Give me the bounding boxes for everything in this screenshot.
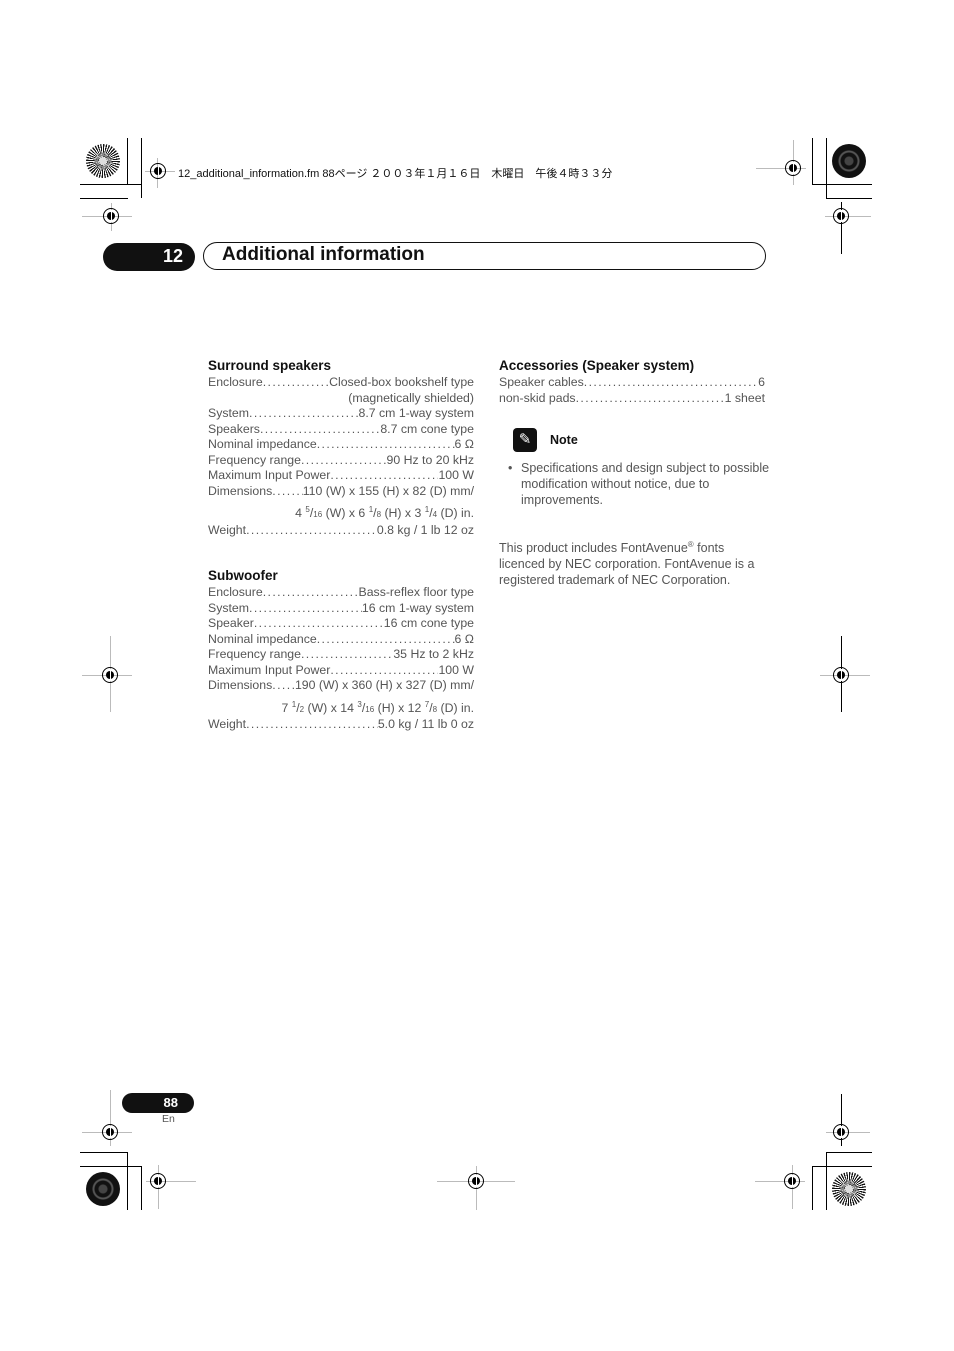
print-slug: 12_additional_information.fm 88ページ ２００３年… (178, 165, 612, 181)
registration-mark-icon (150, 1173, 166, 1189)
subwoofer-heading: Subwoofer (208, 568, 278, 583)
dimensions-inches: 7 1/2 (W) x 14 3/16 (H) x 12 7/8 (D) in. (281, 699, 474, 715)
spec-label: Weight (208, 522, 247, 537)
spec-label: System (208, 600, 249, 615)
accessory-label: non-skid pads (499, 390, 576, 405)
spec-value: 16 cm 1-way system (361, 600, 474, 615)
spec-value: Closed-box bookshelf type (329, 375, 474, 389)
spec-label: Enclosure (208, 375, 263, 389)
spec-row: Maximum Input Power 100 W (208, 663, 474, 679)
spec-value: 35 Hz to 2 kHz (393, 647, 474, 661)
spec-row: Nominal impedance 6 Ω (208, 437, 474, 453)
dimensions-inches: 4 5/16 (W) x 6 1/8 (H) x 3 1/4 (D) in. (295, 505, 474, 520)
spec-row: Frequency range 90 Hz to 20 kHz (208, 453, 474, 469)
registration-mark-icon (468, 1173, 484, 1189)
spec-label: Speakers (208, 421, 260, 436)
spec-value: 90 Hz to 20 kHz (386, 452, 474, 467)
page-number-badge: 88 (122, 1093, 194, 1113)
spec-label: Frequency range (208, 452, 301, 467)
spec-label: Weight (208, 717, 247, 731)
spec-row: Enclosure Closed-box bookshelf type (208, 375, 474, 391)
chapter-number: 12 (162, 246, 183, 266)
slug-filename: 12_additional_information.fm (178, 168, 320, 180)
spec-label: Speaker (208, 616, 254, 630)
accessory-value: 6 (758, 375, 765, 389)
pencil-icon: ✎ (513, 428, 537, 452)
chapter-title-box: Additional information (203, 242, 766, 270)
spec-value: 6 Ω (454, 631, 474, 646)
page-number: 88 (163, 1095, 178, 1110)
spec-label: Maximum Input Power (208, 468, 331, 482)
spec-value: 16 cm cone type (383, 616, 474, 630)
surround-speakers-specs: Enclosure Closed-box bookshelf type (magn… (208, 375, 474, 538)
subwoofer-specs: Enclosure Bass-reflex floor type System 16… (208, 585, 474, 733)
spec-value: 5.0 kg / 11 lb 0 oz (377, 717, 474, 731)
font-credit: This product includes FontAvenue® fonts … (499, 540, 755, 588)
spec-row: Enclosure Bass-reflex floor type (208, 585, 474, 601)
page-language: En (162, 1113, 175, 1125)
registration-mark-icon (833, 208, 849, 224)
spec-value: 8.7 cm cone type (380, 421, 474, 436)
spec-value: Bass-reflex floor type (358, 585, 475, 599)
spec-label: System (208, 406, 249, 420)
accessory-value: 1 sheet (724, 390, 765, 405)
slug-page: 88 (322, 168, 335, 180)
color-target-icon (832, 1172, 866, 1206)
chapter-title: Additional information (222, 244, 425, 265)
registration-mark-icon (785, 160, 801, 176)
spec-row: Speakers 8.7 cm cone type (208, 422, 474, 438)
spec-label: Maximum Input Power (208, 662, 331, 677)
registration-mark-icon (150, 163, 166, 179)
spec-value: 110 (W) x 155 (H) x 82 (D) mm/ (302, 483, 474, 498)
registration-mark-icon (102, 667, 118, 683)
spec-label: Dimensions (208, 483, 273, 498)
color-target-icon (86, 144, 120, 178)
registration-mark-icon (784, 1173, 800, 1189)
spec-label: Nominal impedance (208, 631, 317, 646)
chapter-number-badge: 12 (103, 243, 195, 271)
surround-speakers-heading: Surround speakers (208, 358, 332, 373)
spec-row: Weight 5.0 kg / 11 lb 0 oz (208, 717, 474, 733)
accessories-list: Speaker cables 6 non-skid pads 1 sheet (499, 375, 765, 406)
spec-value: 6 Ω (454, 437, 474, 451)
registration-mark-icon (103, 208, 119, 224)
spec-row: Maximum Input Power 100 W (208, 468, 474, 484)
accessory-row: non-skid pads 1 sheet (499, 391, 765, 407)
spec-row: System 8.7 cm 1-way system (208, 406, 474, 422)
spec-label: Enclosure (208, 585, 263, 599)
spec-value: 8.7 cm 1-way system (358, 406, 474, 420)
spec-row: Dimensions 190 (W) x 360 (H) x 327 (D) mm… (208, 678, 474, 694)
bullet-icon: • (508, 461, 513, 475)
accessory-label: Speaker cables (499, 375, 584, 389)
spec-row: Speaker 16 cm cone type (208, 616, 474, 632)
spec-label: Nominal impedance (208, 437, 317, 451)
slug-page-label: ページ (334, 168, 368, 180)
spec-value: 100 W (438, 662, 474, 677)
spec-value-continuation: (magnetically shielded) (348, 390, 474, 405)
registration-mark-icon (102, 1124, 118, 1140)
note-text: Specifications and design subject to pos… (521, 461, 770, 508)
spec-row: Nominal impedance 6 Ω (208, 632, 474, 648)
color-target-icon (86, 1172, 120, 1206)
color-target-icon (832, 144, 866, 178)
accessories-heading: Accessories (Speaker system) (499, 358, 695, 373)
spec-row: Weight 0.8 kg / 1 lb 12 oz (208, 523, 474, 539)
spec-row: Dimensions 110 (W) x 155 (H) x 82 (D) mm/ (208, 484, 474, 500)
note-label: Note (550, 433, 578, 447)
spec-row: System 16 cm 1-way system (208, 601, 474, 617)
spec-label: Frequency range (208, 647, 301, 661)
spec-row: Frequency range 35 Hz to 2 kHz (208, 647, 474, 663)
slug-date: ２００３年１月１６日 木曜日 午後４時３３分 (370, 168, 613, 180)
spec-label: Dimensions (208, 678, 273, 692)
registration-mark-icon (833, 1124, 849, 1140)
note-body: • Specifications and design subject to p… (508, 460, 770, 509)
registration-mark-icon (833, 667, 849, 683)
accessory-row: Speaker cables 6 (499, 375, 765, 391)
spec-value: 100 W (438, 468, 474, 482)
spec-value: 190 (W) x 360 (H) x 327 (D) mm/ (294, 678, 474, 692)
spec-value: 0.8 kg / 1 lb 12 oz (376, 522, 474, 537)
